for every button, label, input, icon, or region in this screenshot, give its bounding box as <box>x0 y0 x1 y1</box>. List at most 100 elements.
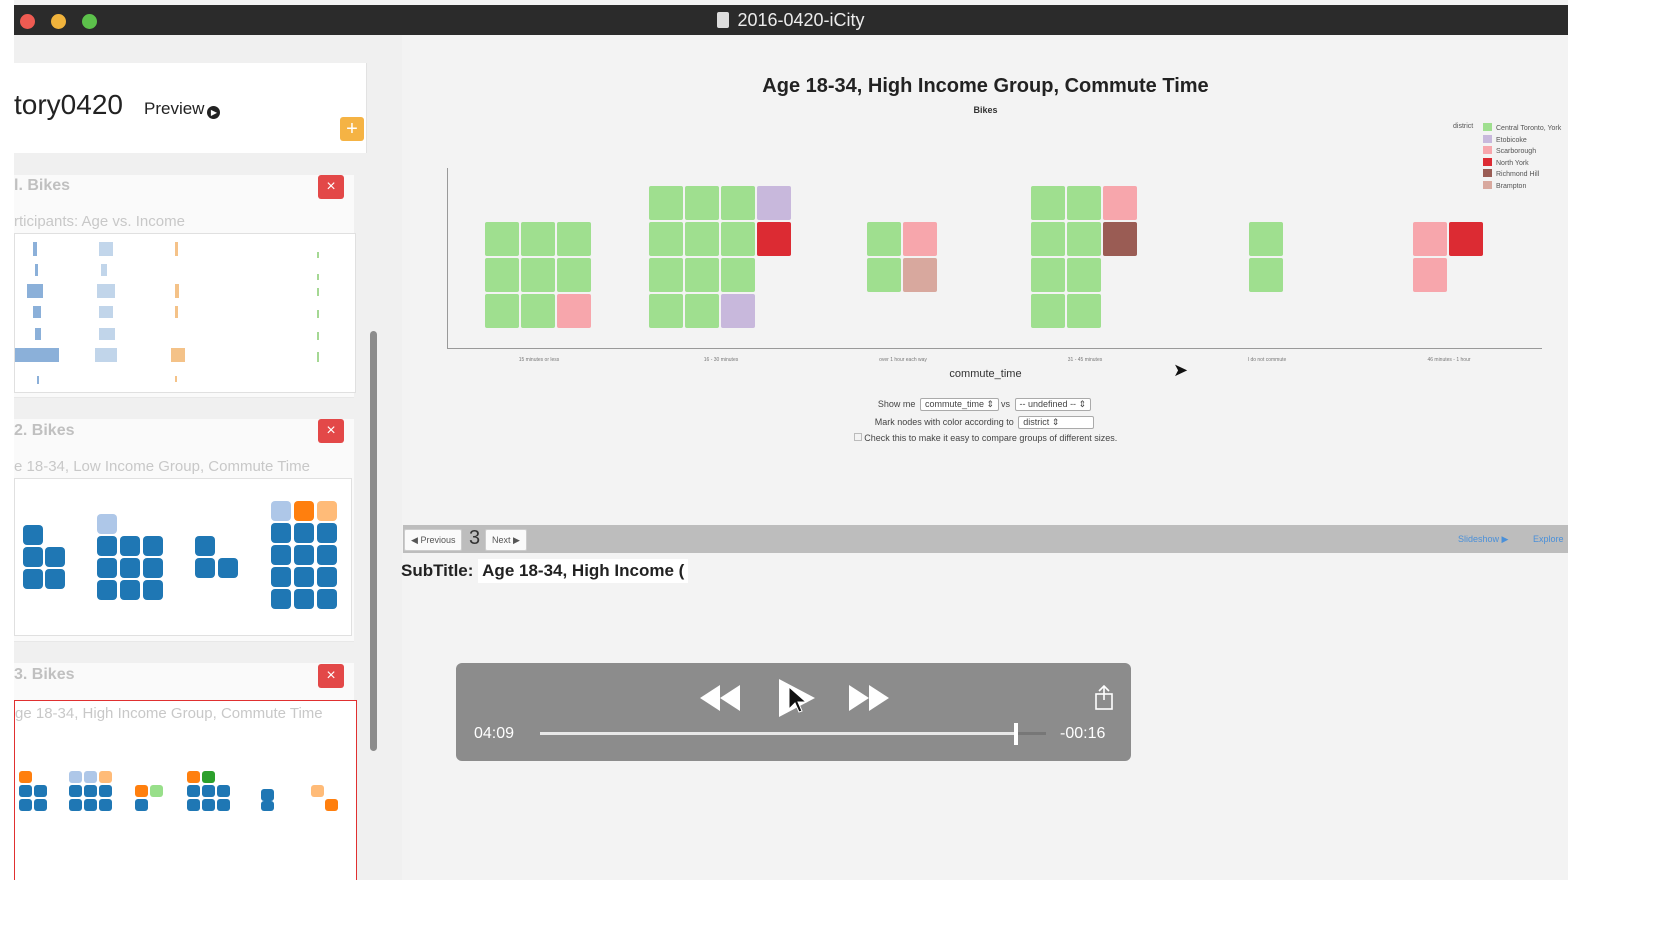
delete-slide-button[interactable]: × <box>318 664 344 688</box>
waffle-cell[interactable] <box>1103 186 1137 220</box>
color-variable-value: district <box>1023 417 1050 427</box>
slide-card-1[interactable]: l. Bikes × rticipants: Age vs. Income <box>14 175 356 398</box>
slideshow-link[interactable]: Slideshow ▶ <box>1458 534 1508 545</box>
waffle-cell[interactable] <box>1067 294 1101 328</box>
waffle-cell[interactable] <box>757 222 791 256</box>
waffle-cell[interactable] <box>1413 258 1447 292</box>
waffle-cell[interactable] <box>757 186 791 220</box>
rewind-button[interactable] <box>700 685 740 711</box>
waffle-cell[interactable] <box>1449 222 1483 256</box>
waffle-cell[interactable] <box>685 294 719 328</box>
x-tick-label: 15 minutes or less <box>518 357 560 363</box>
waffle-cell[interactable] <box>521 294 555 328</box>
waffle-cell[interactable] <box>867 258 901 292</box>
slide-card-3[interactable]: 3. Bikes × ge 18-34, High Income Group, … <box>14 663 357 880</box>
slideshow-label: Slideshow <box>1458 534 1500 544</box>
legend-swatch <box>1483 123 1492 131</box>
title-bar: 2016-0420-iCity <box>14 5 1568 35</box>
explore-link[interactable]: Explore <box>1533 534 1564 544</box>
slide-label: 3. Bikes <box>14 666 75 683</box>
x-tick-label: I do not commute <box>1247 357 1287 363</box>
waffle-cell[interactable] <box>649 186 683 220</box>
waffle-cell[interactable] <box>721 222 755 256</box>
slide-card-2[interactable]: 2. Bikes × e 18-34, Low Income Group, Co… <box>14 419 354 642</box>
scrubber-track[interactable] <box>540 723 1046 745</box>
next-label: Next <box>492 535 511 545</box>
next-button[interactable]: Next ▶ <box>485 529 527 551</box>
x-tick-label: over 1 hour each way <box>879 357 927 363</box>
waffle-cell[interactable] <box>1031 258 1065 292</box>
y-variable-select[interactable]: -- undefined -- ⇕ <box>1014 398 1092 411</box>
fast-forward-button[interactable] <box>849 685 889 711</box>
preview-label: Preview <box>144 99 205 118</box>
waffle-cell[interactable] <box>1031 294 1065 328</box>
waffle-cell[interactable] <box>1031 186 1065 220</box>
waffle-cell[interactable] <box>557 294 591 328</box>
legend-title: district <box>1453 123 1474 130</box>
waffle-cell[interactable] <box>1067 186 1101 220</box>
x-tick-label: 46 minutes - 1 hour <box>1427 357 1471 363</box>
slide-label: l. Bikes <box>14 177 71 194</box>
document-icon <box>717 12 730 28</box>
next-icon: ▶ <box>513 535 520 545</box>
play-circle-icon: ▶ <box>207 106 221 119</box>
slide-thumbnail-selected: ge 18-34, High Income Group, Commute Tim… <box>14 700 357 880</box>
mouse-cursor-icon: ➤ <box>1173 360 1189 380</box>
waffle-cell[interactable] <box>649 222 683 256</box>
waffle-cell[interactable] <box>1067 258 1101 292</box>
waffle-cell[interactable] <box>521 258 555 292</box>
slide-thumbnail <box>14 233 356 393</box>
waffle-cell[interactable] <box>1249 258 1283 292</box>
thumbnail-waffle <box>19 771 338 811</box>
slide-nav-bar: ◀ Previous 3 Next ▶ Slideshow ▶ Explore <box>403 525 1568 553</box>
chart-axes <box>447 168 1542 349</box>
waffle-cell[interactable] <box>1413 222 1447 256</box>
waffle-cell[interactable] <box>903 222 937 256</box>
show-me-label: Show me <box>877 399 916 409</box>
waffle-cell[interactable] <box>1103 222 1137 256</box>
previous-button[interactable]: ◀ Previous <box>404 529 463 551</box>
legend-swatch <box>1483 157 1492 166</box>
share-icon[interactable] <box>1094 685 1114 711</box>
waffle-cell[interactable] <box>485 258 519 292</box>
subtitle-input[interactable]: Age 18-34, High Income ( <box>478 559 689 583</box>
app-window: 2016-0420-iCity tory0420 Preview ▶ + l. B… <box>0 0 1568 880</box>
remaining-time: -00:16 <box>1060 725 1106 742</box>
waffle-cell[interactable] <box>903 258 937 292</box>
delete-slide-button[interactable]: × <box>318 175 344 199</box>
waffle-cell[interactable] <box>1067 222 1101 256</box>
mark-nodes-label: Mark nodes with color according to <box>874 417 1014 427</box>
thumbnail-waffle <box>23 501 337 609</box>
waffle-cell[interactable] <box>721 294 755 328</box>
waffle-cell[interactable] <box>557 222 591 256</box>
color-variable-select[interactable]: district ⇕ <box>1018 416 1095 429</box>
waffle-cell[interactable] <box>867 222 901 256</box>
add-slide-button[interactable]: + <box>340 117 364 141</box>
window-edge <box>0 0 14 880</box>
waffle-cell[interactable] <box>649 258 683 292</box>
delete-slide-button[interactable]: × <box>318 419 344 443</box>
preview-button[interactable]: Preview ▶ <box>144 99 221 119</box>
waffle-cell[interactable] <box>721 258 755 292</box>
play-button[interactable] <box>779 679 815 717</box>
waffle-cell[interactable] <box>685 258 719 292</box>
waffle-cell[interactable] <box>685 186 719 220</box>
waffle-cell[interactable] <box>721 186 755 220</box>
waffle-cell[interactable] <box>649 294 683 328</box>
legend-item: Etobicoke <box>1483 134 1527 144</box>
window-title: 2016-0420-iCity <box>14 10 1568 31</box>
waffle-cell[interactable] <box>1249 222 1283 256</box>
normalize-checkbox[interactable] <box>853 433 862 441</box>
waffle-cell[interactable] <box>1031 222 1065 256</box>
legend-label: Etobicoke <box>1496 136 1527 144</box>
page-number: 3 <box>469 527 481 549</box>
waffle-cell[interactable] <box>521 222 555 256</box>
sidebar-scrollbar[interactable] <box>370 331 377 751</box>
waffle-cell[interactable] <box>557 258 591 292</box>
waffle-cell[interactable] <box>685 222 719 256</box>
waffle-cell[interactable] <box>485 294 519 328</box>
x-tick-label: 31 - 45 minutes <box>1067 357 1103 363</box>
x-variable-select[interactable]: commute_time ⇕ <box>919 398 1000 411</box>
waffle-cell[interactable] <box>485 222 519 256</box>
scrubber-handle[interactable] <box>1013 723 1018 745</box>
